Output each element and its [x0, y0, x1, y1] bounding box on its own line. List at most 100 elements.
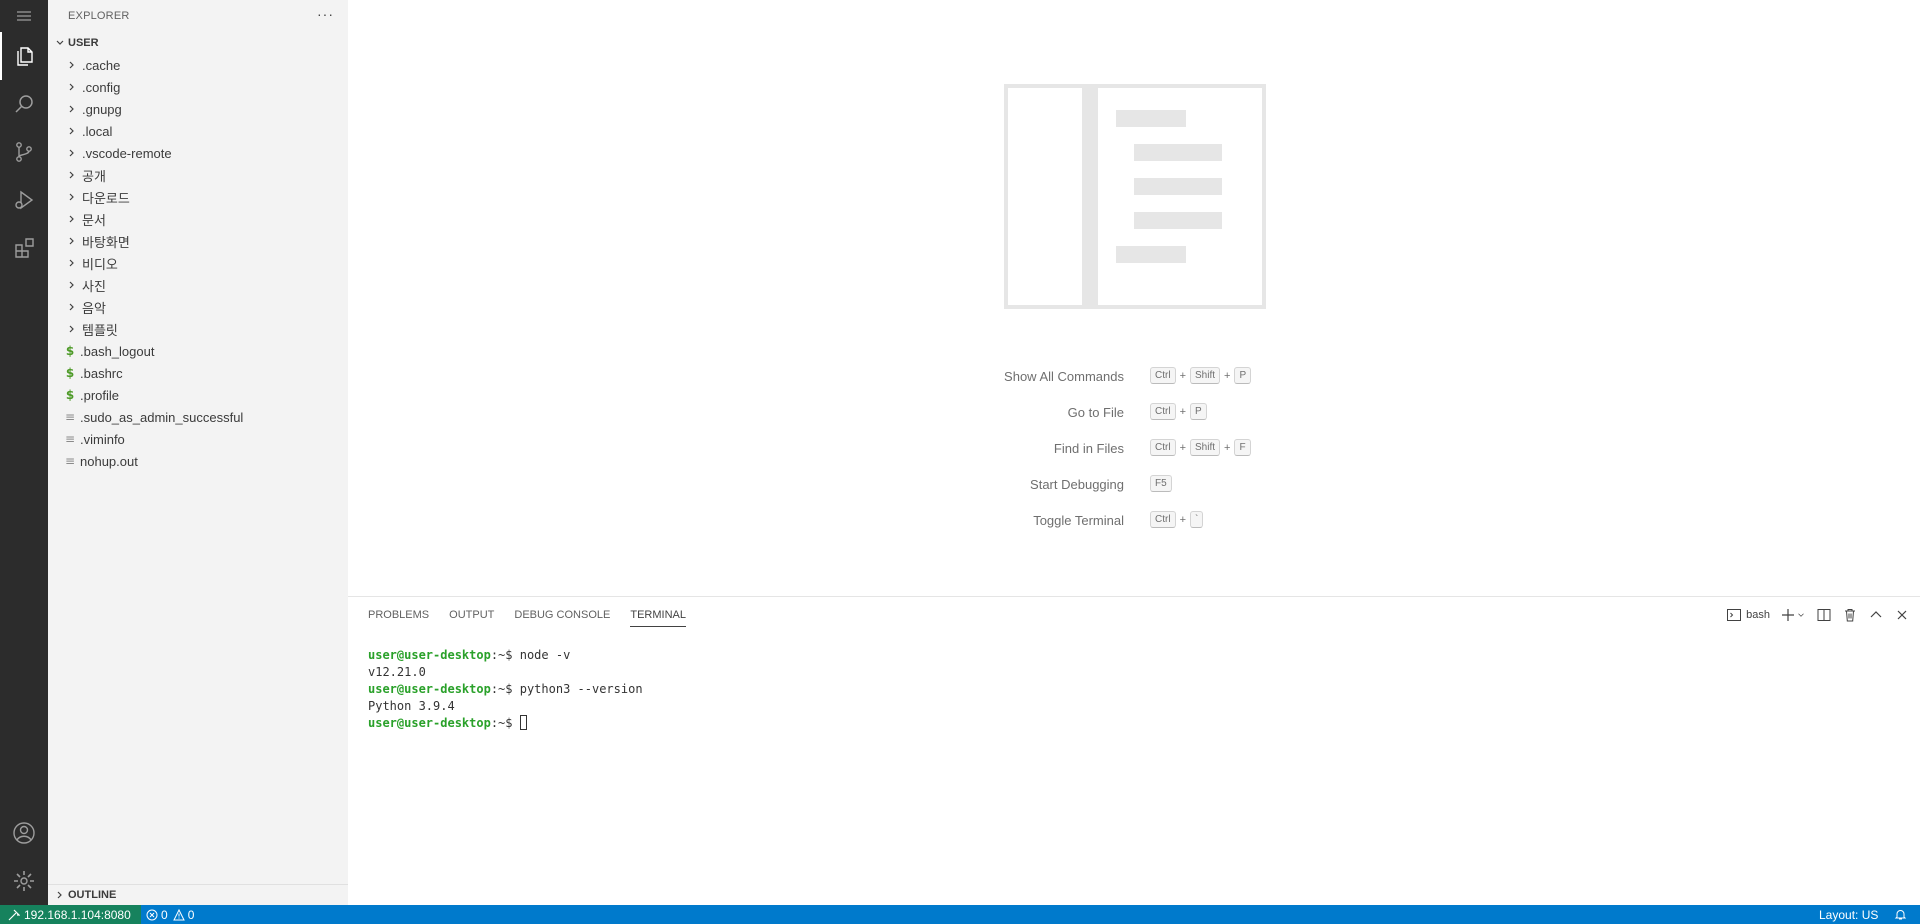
- folder-root-label: USER: [68, 37, 99, 49]
- files-icon[interactable]: [0, 32, 48, 80]
- account-icon[interactable]: [0, 809, 48, 857]
- folder-label: 문서: [82, 212, 106, 228]
- error-count: 0: [161, 907, 168, 922]
- search-icon[interactable]: [0, 80, 48, 128]
- prompt-user-host: user@user-desktop: [368, 682, 491, 696]
- prompt-user-host: user@user-desktop: [368, 716, 491, 730]
- shortcut-keys: Ctrl + Shift + P: [1150, 367, 1252, 384]
- command-output: v12.21.0: [368, 665, 426, 679]
- keybinding-key: Ctrl: [1150, 403, 1176, 420]
- file-label: .sudo_as_admin_successful: [80, 409, 244, 425]
- keybinding-key: Shift: [1190, 439, 1221, 456]
- key-separator: +: [1179, 441, 1186, 454]
- settings-gear-icon[interactable]: [0, 857, 48, 905]
- shortcut-row[interactable]: Go to File Ctrl + P: [348, 403, 1920, 423]
- file-item[interactable]: $ .bash_logout: [48, 340, 348, 362]
- kill-terminal-button[interactable]: [1842, 607, 1858, 623]
- terminal-cursor: [519, 715, 527, 730]
- activity-bar: [0, 0, 48, 905]
- error-icon: [146, 909, 158, 920]
- source-control-icon[interactable]: [0, 128, 48, 176]
- plus-icon: [1782, 608, 1794, 621]
- text-file-icon: ≡: [64, 432, 76, 446]
- folder-item[interactable]: .gnupg: [48, 98, 348, 120]
- folder-item[interactable]: .local: [48, 120, 348, 142]
- warning-count: 0: [187, 907, 195, 922]
- chevron-right-icon: [64, 189, 80, 205]
- file-item[interactable]: $ .profile: [48, 384, 348, 406]
- new-terminal-button[interactable]: [1780, 607, 1806, 623]
- folder-item[interactable]: .config: [48, 76, 348, 98]
- terminal-line: user@user-desktop:~$ python3 --version: [368, 681, 643, 698]
- folder-item[interactable]: 음악: [48, 296, 348, 318]
- folder-root-header[interactable]: USER: [48, 32, 348, 54]
- remote-icon: [8, 909, 20, 920]
- shortcut-row[interactable]: Toggle Terminal Ctrl + `: [348, 511, 1920, 531]
- more-actions-icon[interactable]: ···: [317, 6, 334, 22]
- folder-item[interactable]: 공개: [48, 164, 348, 186]
- key-separator: +: [1179, 513, 1186, 526]
- shortcut-label: Go to File: [1067, 405, 1124, 420]
- remote-indicator[interactable]: 192.168.1.104:8080: [0, 905, 141, 924]
- tab-terminal[interactable]: TERMINAL: [630, 597, 686, 632]
- tab-problems[interactable]: PROBLEMS: [368, 597, 429, 632]
- terminal-line: user@user-desktop:~$: [368, 715, 643, 732]
- terminal-line: v12.21.0: [368, 664, 643, 681]
- folder-label: 공개: [82, 168, 106, 184]
- vscode-watermark-icon: [1004, 84, 1266, 309]
- extensions-icon[interactable]: [0, 224, 48, 272]
- chevron-right-icon: [52, 890, 68, 900]
- prompt-command: :~$ python3 --version: [490, 682, 643, 696]
- remote-address: 192.168.1.104:8080: [24, 907, 131, 922]
- text-file-icon: ≡: [64, 410, 76, 424]
- terminal-output[interactable]: user@user-desktop:~$ node -v v12.21.0 user…: [368, 647, 643, 732]
- shortcut-row[interactable]: Find in Files Ctrl + Shift + F: [348, 439, 1920, 459]
- split-terminal-button[interactable]: [1816, 607, 1832, 623]
- keybinding-key: F: [1234, 439, 1251, 456]
- notifications-bell-icon[interactable]: [1894, 905, 1907, 924]
- keybinding-key: P: [1234, 367, 1252, 384]
- chevron-up-icon: [1870, 610, 1882, 617]
- file-item[interactable]: ≡ .sudo_as_admin_successful: [48, 406, 348, 428]
- folder-item[interactable]: 비디오: [48, 252, 348, 274]
- text-file-icon: ≡: [64, 454, 76, 468]
- shortcut-label: Start Debugging: [1030, 477, 1124, 492]
- key-separator: +: [1224, 369, 1231, 382]
- outline-section-header[interactable]: OUTLINE: [48, 884, 348, 905]
- editor-area: [348, 0, 1920, 596]
- shell-file-icon: $: [65, 366, 75, 380]
- folder-item[interactable]: .vscode-remote: [48, 142, 348, 164]
- folder-item[interactable]: 바탕화면: [48, 230, 348, 252]
- keyboard-layout[interactable]: Layout: US: [1819, 905, 1878, 924]
- terminal-selector[interactable]: bash: [1726, 607, 1770, 623]
- shortcut-label: Toggle Terminal: [1033, 513, 1124, 528]
- shortcut-keys: F5: [1150, 475, 1172, 492]
- file-item[interactable]: ≡ .viminfo: [48, 428, 348, 450]
- folder-label: 바탕화면: [82, 234, 130, 250]
- shortcut-keys: Ctrl + `: [1150, 511, 1204, 528]
- file-label: .viminfo: [80, 431, 125, 447]
- bottom-panel: PROBLEMS OUTPUT DEBUG CONSOLE TERMINAL bash…: [348, 596, 1920, 905]
- file-item[interactable]: $ .bashrc: [48, 362, 348, 384]
- shortcut-row[interactable]: Show All Commands Ctrl + Shift + P: [348, 367, 1920, 387]
- shortcut-keys: Ctrl + P: [1150, 403, 1207, 420]
- tab-debug-console[interactable]: DEBUG CONSOLE: [514, 597, 610, 632]
- terminal-icon: [1727, 608, 1742, 621]
- run-debug-icon[interactable]: [0, 176, 48, 224]
- folder-item[interactable]: 사진: [48, 274, 348, 296]
- maximize-panel-button[interactable]: [1868, 607, 1884, 623]
- tab-output[interactable]: OUTPUT: [449, 597, 494, 632]
- panel-actions: bash: [1726, 597, 1920, 632]
- problems-status[interactable]: 0 0: [146, 905, 194, 924]
- folder-item[interactable]: 문서: [48, 208, 348, 230]
- folder-item[interactable]: .cache: [48, 54, 348, 76]
- chevron-right-icon: [64, 299, 80, 315]
- folder-label: .gnupg: [82, 101, 122, 117]
- folder-item[interactable]: 다운로드: [48, 186, 348, 208]
- shortcut-row[interactable]: Start Debugging F5: [348, 475, 1920, 495]
- close-panel-button[interactable]: [1894, 607, 1910, 623]
- chevron-right-icon: [64, 321, 80, 337]
- folder-item[interactable]: 템플릿: [48, 318, 348, 340]
- file-item[interactable]: ≡ nohup.out: [48, 450, 348, 472]
- key-separator: +: [1179, 405, 1186, 418]
